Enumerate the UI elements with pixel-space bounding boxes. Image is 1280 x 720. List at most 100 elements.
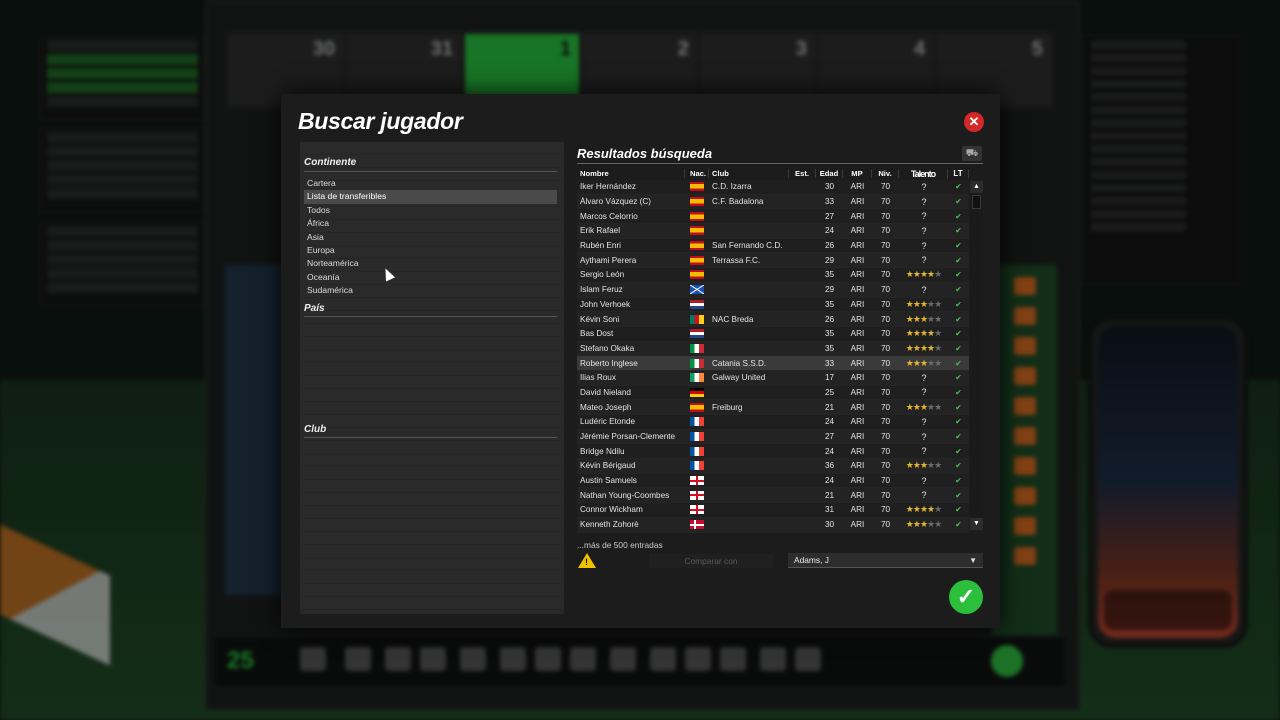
table-row[interactable]: Kévin Bérigaud 36 ARI 70 ★★★★★ ✔ bbox=[577, 459, 969, 474]
continent-option[interactable]: Todos bbox=[304, 204, 557, 217]
scroll-thumb[interactable] bbox=[972, 195, 981, 209]
table-row[interactable]: Kenneth Zohorè 30 ARI 70 ★★★★★ ✔ bbox=[577, 517, 969, 533]
divider bbox=[304, 171, 557, 172]
nationality-cell bbox=[685, 241, 709, 251]
divider bbox=[304, 437, 557, 438]
star-icon: ★ bbox=[919, 298, 928, 309]
table-row[interactable]: Bridge Ndilu 24 ARI 70? ✔ bbox=[577, 444, 969, 460]
star-icon: ★ bbox=[912, 460, 921, 471]
warning-icon-mark: ! bbox=[585, 557, 588, 567]
country-flag-icon bbox=[690, 270, 704, 280]
continent-option[interactable]: África bbox=[304, 217, 557, 230]
country-flag-icon bbox=[690, 446, 704, 456]
table-row[interactable]: Connor Wickham 31 ARI 70 ★★★★★ ✔ bbox=[577, 503, 969, 518]
player-name: Austin Samuels bbox=[580, 476, 637, 486]
header-name[interactable]: Nombre bbox=[577, 169, 685, 178]
table-row[interactable]: Sergio León 35 ARI 70 ★★★★★ ✔ bbox=[577, 268, 969, 283]
header-nationality[interactable]: Nac. bbox=[685, 169, 709, 178]
continent-option[interactable]: Norteamérica bbox=[304, 257, 557, 270]
table-row[interactable]: Stefano Okaka 35 ARI 70 ★★★★★ ✔ bbox=[577, 341, 969, 357]
country-flag-icon bbox=[690, 343, 704, 353]
player-age: 25 bbox=[824, 387, 835, 397]
table-row[interactable]: Nathan Young-Coombes 21 ARI 70? ✔ bbox=[577, 488, 969, 504]
table-row[interactable]: John Verhoek 35 ARI 70 ★★★★★ ✔ bbox=[577, 297, 969, 313]
table-row[interactable]: Ilias Roux Galway United 17 ARI 70? ✔ bbox=[577, 370, 969, 386]
continent-option[interactable]: Oceanía bbox=[304, 271, 557, 284]
continent-option[interactable]: Europa bbox=[304, 244, 557, 257]
star-icon: ★ bbox=[905, 519, 914, 530]
continent-option-selected[interactable]: Lista de transferibles bbox=[304, 190, 557, 204]
player-talent: ? bbox=[899, 285, 948, 295]
nationality-cell bbox=[685, 402, 709, 412]
player-age: 27 bbox=[824, 432, 835, 442]
table-row[interactable]: Bas Dost 35 ARI 70 ★★★★★ ✔ bbox=[577, 326, 969, 342]
scroll-down-icon[interactable]: ▼ bbox=[970, 518, 983, 530]
check-icon: ✔ bbox=[955, 520, 962, 530]
table-row[interactable]: Austin Samuels 24 ARI 70? ✔ bbox=[577, 473, 969, 489]
header-age[interactable]: Edad bbox=[816, 169, 843, 178]
table-row[interactable]: Kévin Soni NAC Breda 26 ARI 70 ★★★★★ ✔ bbox=[577, 312, 969, 327]
talent-unknown: ? bbox=[921, 416, 926, 427]
nationality-cell bbox=[685, 270, 709, 280]
car-icon[interactable]: ⛟ bbox=[962, 146, 982, 161]
player-level: 70 bbox=[880, 446, 891, 456]
table-row[interactable]: Mateo Joseph Freiburg 21 ARI 70 ★★★★★ ✔ bbox=[577, 400, 969, 415]
table-row[interactable]: Erik Rafael 24 ARI 70? ✔ bbox=[577, 224, 969, 239]
table-row[interactable]: Jérémie Porsan-Clemente 27 ARI 70? ✔ bbox=[577, 429, 969, 445]
star-icon: ★ bbox=[912, 342, 921, 353]
star-icon: ★ bbox=[919, 401, 928, 412]
close-icon: ✕ bbox=[968, 114, 980, 129]
star-icon: ★ bbox=[905, 401, 914, 412]
close-button[interactable]: ✕ bbox=[964, 112, 984, 132]
scroll-up-icon[interactable]: ▲ bbox=[970, 181, 983, 193]
table-row[interactable]: David Nieland 25 ARI 70? ✔ bbox=[577, 385, 969, 401]
compare-button[interactable]: Comparar con bbox=[649, 554, 773, 568]
star-icon: ★ bbox=[934, 504, 942, 515]
player-name: Bridge Ndilu bbox=[580, 446, 625, 456]
header-talent[interactable]: Talento bbox=[899, 168, 948, 179]
star-icon: ★ bbox=[905, 269, 914, 280]
header-club[interactable]: Club bbox=[709, 169, 789, 178]
country-flag-icon bbox=[690, 417, 704, 427]
star-icon: ★ bbox=[912, 298, 921, 309]
star-icon: ★ bbox=[919, 357, 928, 368]
continent-option[interactable]: Cartera bbox=[304, 177, 557, 190]
table-row[interactable]: Aythami Perera Terrassa F.C. 29 ARI 70? ✔ bbox=[577, 253, 969, 269]
header-status[interactable]: Est. bbox=[789, 169, 816, 178]
confirm-button[interactable]: ✓ bbox=[949, 580, 983, 614]
results-scrollbar[interactable]: ▲ ▼ bbox=[970, 181, 983, 530]
header-position[interactable]: MP bbox=[843, 169, 872, 178]
header-lt[interactable]: LT bbox=[948, 169, 969, 178]
compare-player-select[interactable]: Adams, J ▼ bbox=[788, 553, 983, 568]
table-row[interactable]: Islam Feruz 29 ARI 70? ✔ bbox=[577, 282, 969, 298]
check-icon: ✔ bbox=[955, 402, 962, 412]
check-icon: ✔ bbox=[955, 461, 962, 471]
star-icon: ★ bbox=[919, 342, 928, 353]
player-position: ARI bbox=[850, 241, 865, 251]
nationality-cell bbox=[685, 490, 709, 500]
nationality-cell bbox=[685, 476, 709, 486]
player-position: ARI bbox=[850, 255, 865, 265]
header-level[interactable]: Niv. bbox=[872, 169, 899, 178]
player-age: 21 bbox=[824, 402, 835, 412]
player-position: ARI bbox=[850, 299, 865, 309]
player-name: Kenneth Zohorè bbox=[580, 520, 639, 530]
continent-list: Cartera Lista de transferibles Todos Áfr… bbox=[304, 177, 557, 298]
table-row[interactable]: Roberto Inglese Catania S.S.D. 33 ARI 70 ★★★★… bbox=[577, 356, 969, 371]
table-row[interactable]: Ludéric Etonde 24 ARI 70? ✔ bbox=[577, 415, 969, 430]
player-name: Álvaro Vázquez (C) bbox=[580, 197, 651, 207]
player-talent: ★★★★★ bbox=[899, 402, 948, 413]
player-position: ARI bbox=[850, 432, 865, 442]
continent-option[interactable]: Sudamérica bbox=[304, 284, 557, 297]
table-row[interactable]: Marcos Celorrio 27 ARI 70? ✔ bbox=[577, 209, 969, 225]
table-row[interactable]: Rubén Enri San Fernando C.D. 26 ARI 70? ✔ bbox=[577, 238, 969, 254]
table-row[interactable]: Iker Hernández C.D. Izarra 30 ARI 70? ✔ bbox=[577, 180, 969, 195]
player-position: ARI bbox=[850, 343, 865, 353]
table-row[interactable]: Álvaro Vázquez (C) C.F. Badalona 33 ARI 70? ✔ bbox=[577, 194, 969, 210]
talent-unknown: ? bbox=[921, 240, 926, 251]
player-position: ARI bbox=[850, 417, 865, 427]
continent-option[interactable]: Asia bbox=[304, 231, 557, 244]
country-flag-icon bbox=[690, 329, 704, 339]
country-flag-icon bbox=[690, 461, 704, 471]
talent-unknown: ? bbox=[921, 181, 926, 192]
